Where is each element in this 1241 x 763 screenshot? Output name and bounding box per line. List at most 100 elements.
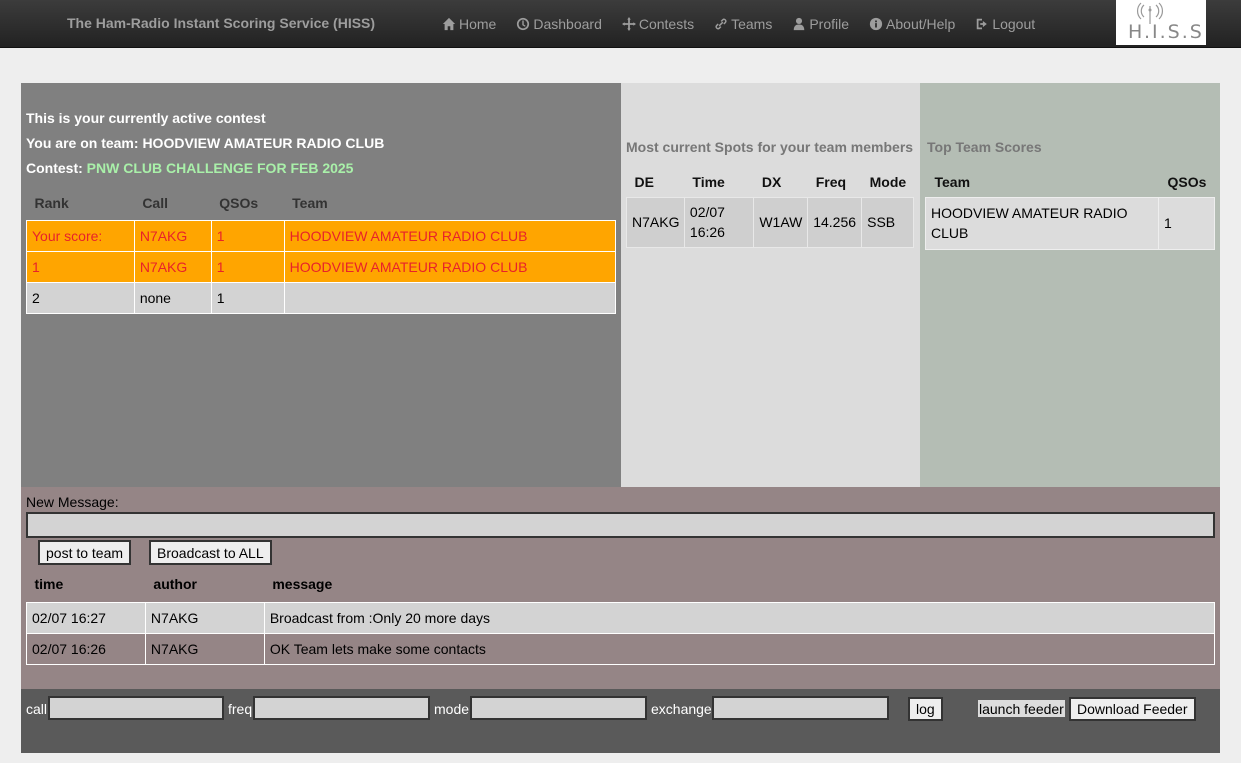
mode-label: mode: [434, 701, 470, 717]
cell-author: N7AKG: [144, 601, 265, 634]
messages-panel: New Message: post to team Broadcast to A…: [21, 487, 1220, 689]
cell-freq: 14.256: [807, 196, 863, 248]
table-row: HOODVIEW AMATEUR RADIO CLUB 1: [924, 196, 1215, 250]
cell-rank: 2: [26, 281, 135, 314]
nav-logout[interactable]: Logout: [965, 0, 1045, 48]
logo-text: H.I.S.S: [1128, 21, 1204, 43]
cell-qsos: 1: [210, 219, 285, 252]
team-line: You are on team: HOODVIEW AMATEUR RADIO …: [26, 135, 384, 151]
table-row: Your score: N7AKG 1 HOODVIEW AMATEUR RAD…: [26, 219, 617, 252]
nav-contests[interactable]: Contests: [612, 0, 704, 48]
spots-table-header: DE Time DX Freq Mode: [627, 167, 914, 197]
team-name: HOODVIEW AMATEUR RADIO CLUB: [142, 135, 385, 151]
spots-table: DE Time DX Freq Mode N7AKG 02/07 16:26 W1…: [626, 167, 914, 248]
cell-call: N7AKG: [133, 250, 212, 283]
cell-time: 02/07 16:27: [26, 601, 146, 634]
contests-icon: [621, 17, 636, 31]
col-rank: Rank: [34, 194, 69, 211]
spot-time: 16:26: [689, 224, 725, 240]
col-message: message: [272, 576, 333, 593]
cell-qsos: 1: [1158, 196, 1215, 250]
col-team: Team: [292, 194, 328, 211]
nav-teams-label: Teams: [731, 16, 773, 32]
contest-prefix: Contest:: [26, 160, 87, 176]
spot-date: 02/07: [689, 204, 725, 220]
contest-name: PNW CLUB CHALLENGE FOR FEB 2025: [86, 160, 354, 176]
team-prefix: You are on team:: [26, 135, 143, 151]
table-row: 2 none 1: [26, 281, 617, 314]
col-mode: Mode: [869, 173, 907, 190]
cell-call: none: [133, 281, 212, 314]
new-message-label: New Message:: [26, 494, 119, 510]
cell-dx: W1AW: [753, 196, 809, 248]
dashboard-icon: [516, 17, 530, 31]
nav-home-label: Home: [459, 16, 497, 32]
top-team-table: Team QSOs HOODVIEW AMATEUR RADIO CLUB 1: [924, 167, 1215, 250]
nav-dashboard[interactable]: Dashboard: [506, 0, 612, 48]
nav-about-help[interactable]: About/Help: [859, 0, 965, 48]
freq-label: freq: [228, 701, 253, 717]
cell-team: HOODVIEW AMATEUR RADIO CLUB: [283, 219, 617, 252]
navbar: The Ham-Radio Instant Scoring Service (H…: [0, 0, 1241, 48]
spots-title: Most current Spots for your team members: [626, 139, 914, 155]
active-contest-text: This is your currently active contest: [26, 110, 266, 126]
table-row: N7AKG 02/07 16:26 W1AW 14.256 SSB: [626, 196, 914, 248]
cell-team: HOODVIEW AMATEUR RADIO CLUB: [924, 196, 1160, 250]
nav-profile[interactable]: Profile: [782, 0, 859, 48]
cell-qsos: 1: [210, 281, 285, 314]
messages-table: time author message 02/07 16:27 N7AKG Br…: [26, 567, 1216, 665]
cell-de: N7AKG: [626, 196, 685, 248]
messages-table-header: time author message: [27, 567, 1215, 602]
post-to-team-button[interactable]: post to team: [38, 540, 132, 565]
log-button[interactable]: log: [908, 697, 943, 721]
brand-title[interactable]: The Ham-Radio Instant Scoring Service (H…: [67, 15, 375, 31]
cell-rank: 1: [26, 250, 135, 283]
cell-author: N7AKG: [144, 632, 265, 665]
col-de: DE: [634, 173, 654, 190]
broadcast-to-all-button[interactable]: Broadcast to ALL: [149, 540, 272, 565]
cell-team: HOODVIEW AMATEUR RADIO CLUB: [283, 250, 617, 283]
nav-about-help-label: About/Help: [886, 16, 956, 32]
download-feeder-button[interactable]: Download Feeder: [1069, 697, 1196, 721]
cell-message: OK Team lets make some contacts: [263, 632, 1216, 665]
score-table: Rank Call QSOs Team Your score: N7AKG 1 …: [26, 186, 617, 314]
col-qsos: QSOs: [219, 194, 259, 211]
new-message-input[interactable]: [26, 512, 1215, 538]
top-team-panel: Top Team Scores Team QSOs HOODVIEW AMATE…: [920, 83, 1220, 487]
team-name-line2: CLUB: [931, 225, 969, 241]
info-icon: [869, 17, 883, 31]
nav-teams[interactable]: Teams: [704, 0, 782, 48]
user-icon: [792, 17, 806, 31]
call-input[interactable]: [48, 696, 224, 720]
cell-call: N7AKG: [133, 219, 212, 252]
col-dx: DX: [761, 173, 782, 190]
home-icon: [442, 17, 456, 31]
col-freq: Freq: [815, 173, 847, 190]
table-row: 02/07 16:27 N7AKG Broadcast from :Only 2…: [26, 601, 1216, 634]
cell-team: [283, 281, 617, 314]
launch-feeder-button[interactable]: launch feeder: [978, 700, 1065, 717]
logout-icon: [975, 17, 989, 31]
contest-line: Contest: PNW CLUB CHALLENGE FOR FEB 2025: [26, 160, 353, 176]
call-label: call: [26, 701, 48, 717]
team-name-line1: HOODVIEW AMATEUR RADIO: [931, 205, 1128, 221]
mode-input[interactable]: [470, 696, 647, 720]
col-time: Time: [692, 173, 725, 190]
hiss-logo[interactable]: H.I.S.S: [1116, 0, 1206, 45]
cell-rank: Your score:: [26, 219, 135, 252]
exchange-label: exchange: [651, 701, 712, 717]
col-author: author: [153, 576, 197, 593]
col-team: Team: [934, 173, 971, 190]
link-icon: [714, 17, 728, 31]
nav-home[interactable]: Home: [432, 0, 506, 48]
nav-menu: Home Dashboard Contests Teams Profile Ab…: [432, 0, 1045, 48]
cell-qsos: 1: [210, 250, 285, 283]
score-table-header: Rank Call QSOs Team: [27, 186, 616, 220]
nav-profile-label: Profile: [809, 16, 850, 32]
top-team-title: Top Team Scores: [927, 139, 1042, 155]
freq-input[interactable]: [253, 696, 430, 720]
col-call: Call: [142, 194, 168, 211]
cell-mode: SSB: [861, 196, 914, 248]
exchange-input[interactable]: [712, 696, 889, 720]
active-contest-panel: This is your currently active contest Yo…: [21, 83, 621, 487]
